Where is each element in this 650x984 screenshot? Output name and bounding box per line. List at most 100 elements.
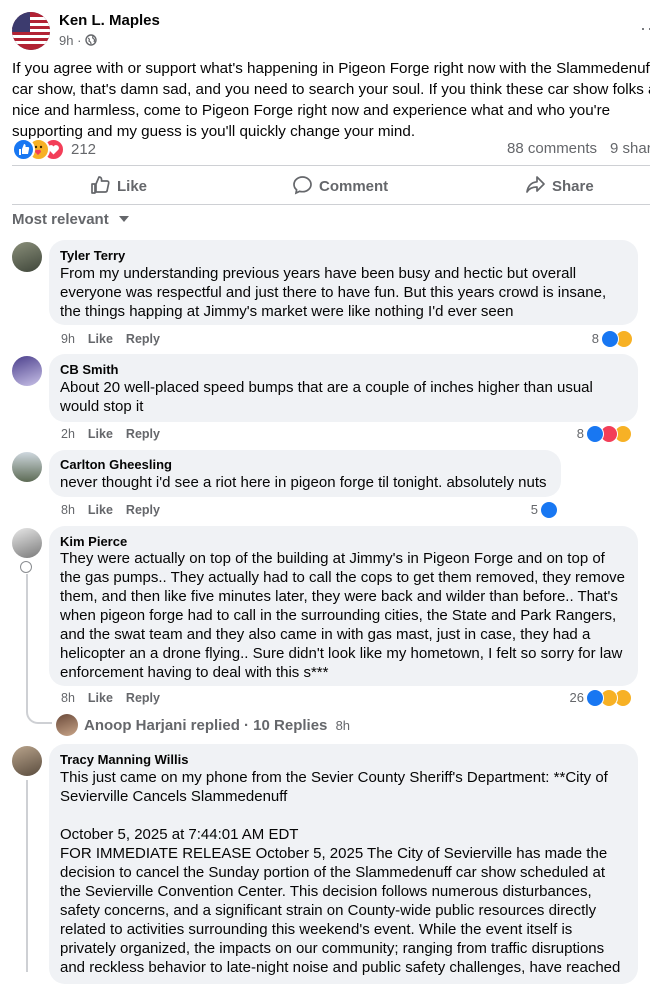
sort-label: Most relevant <box>12 211 109 228</box>
comment-like-link[interactable]: Like <box>88 332 113 346</box>
comment-line: About 20 well-placed speed bumps that ar… <box>60 379 593 396</box>
commenter-name[interactable]: Tyler Terry <box>60 248 125 263</box>
commenter-name[interactable]: Tracy Manning Willis <box>60 752 188 767</box>
commenter-avatar[interactable] <box>12 356 42 386</box>
comment-like-link[interactable]: Like <box>88 691 113 705</box>
comment-line: and the swat team and they also came in … <box>60 626 591 643</box>
comment-line: the Sevierville Convention Center. This … <box>60 883 592 900</box>
thread-line <box>26 574 28 712</box>
thumbs-up-icon <box>91 176 110 194</box>
comment-meta: 2h Like Reply <box>61 427 173 441</box>
comment-line: would stop it <box>60 398 144 415</box>
comment-reply-link[interactable]: Reply <box>126 427 160 441</box>
commenter-name[interactable]: Kim Pierce <box>60 534 127 549</box>
shares-count[interactable]: 9 shares <box>610 140 650 157</box>
comments-count[interactable]: 88 comments <box>507 140 597 157</box>
comment-line: From my understanding previous years hav… <box>60 265 577 282</box>
comment-line: safety concerns, and a significant strai… <box>60 902 597 919</box>
like-reaction-icon <box>540 501 558 519</box>
author-name[interactable]: Ken L. Maples <box>59 12 160 29</box>
post-meta: 9h · <box>59 33 97 48</box>
comment-text: About 20 well-placed speed bumps that ar… <box>60 378 593 416</box>
caret-down-icon <box>118 216 129 222</box>
commenter-avatar[interactable] <box>12 452 42 482</box>
comment-line: related to activities surrounding this w… <box>60 921 573 938</box>
comment-like-link[interactable]: Like <box>88 427 113 441</box>
comment-like-link[interactable]: Like <box>88 503 113 517</box>
comment-reply-link[interactable]: Reply <box>126 332 160 346</box>
like-reaction-icon <box>586 689 604 707</box>
comment-text: This just came on my phone from the Sevi… <box>60 768 620 977</box>
sort-dropdown[interactable]: Most relevant <box>12 211 129 228</box>
comment-reply-link[interactable]: Reply <box>126 503 160 517</box>
view-replies-link[interactable]: Anoop Harjani replied · 10 Replies 8h <box>84 717 350 734</box>
replies-summary: Anoop Harjani replied · 10 Replies <box>84 717 328 734</box>
commenter-avatar[interactable] <box>12 528 42 558</box>
share-icon <box>526 176 545 193</box>
comment-line: October 5, 2025 at 7:44:01 AM EDT <box>60 826 299 843</box>
post-text-line: car show, that's damn sad, and you need … <box>12 81 650 98</box>
comment-meta: 9h Like Reply <box>61 332 173 346</box>
comment-line: and reckless behavior to late-night nois… <box>60 959 621 976</box>
like-button[interactable]: Like <box>90 175 147 197</box>
comment-line: privately organized, the impacts on our … <box>60 940 605 957</box>
reactions-summary[interactable]: 212 <box>12 138 122 161</box>
commenter-avatar[interactable] <box>12 746 42 776</box>
comment-line: Sevierville Cancels Slammedenuff <box>60 788 288 805</box>
comment-line: when pigeon forge had to call in the sur… <box>60 607 617 624</box>
reactions-count: 212 <box>71 141 97 158</box>
comment-line: everyone was respectful and just there t… <box>60 284 607 301</box>
replier-avatar[interactable] <box>56 714 78 736</box>
post-text-line: If you agree with or support what's happ… <box>12 60 650 77</box>
divider <box>12 165 650 166</box>
comment-reply-link[interactable]: Reply <box>126 691 160 705</box>
comment-time[interactable]: 8h <box>61 691 75 705</box>
comment-line <box>60 806 620 825</box>
comment-button[interactable]: Comment <box>292 175 388 197</box>
author-avatar[interactable] <box>12 12 50 50</box>
post-text-line: nice and harmless, come to Pigeon Forge … <box>12 102 611 119</box>
like-reaction-icon <box>12 138 35 161</box>
comment-time[interactable]: 9h <box>61 332 75 346</box>
comment-text: They were actually on top of the buildin… <box>60 549 625 682</box>
comment-text: never thought i'd see a riot here in pig… <box>60 473 547 492</box>
comment-line: decision to cancel the Sunday portion of… <box>60 864 606 881</box>
comment-reaction-count: 26 <box>569 690 584 705</box>
comment-line: them, and then like five minutes later, … <box>60 588 618 605</box>
thread-line-curve <box>26 706 52 724</box>
post-time[interactable]: 9h <box>59 33 73 48</box>
share-button[interactable]: Share <box>525 175 594 197</box>
comment-time[interactable]: 8h <box>61 503 75 517</box>
collapse-thread-icon[interactable] <box>20 561 32 573</box>
commenter-name[interactable]: CB Smith <box>60 362 119 377</box>
comment-time[interactable]: 2h <box>61 427 75 441</box>
commenter-name[interactable]: Carlton Gheesling <box>60 457 172 472</box>
like-reaction-icon <box>586 425 604 443</box>
comment-text: From my understanding previous years hav… <box>60 264 606 321</box>
comment-button-label: Comment <box>319 178 389 195</box>
globe-icon <box>85 34 97 46</box>
comment-reaction-count: 8 <box>576 426 584 441</box>
flag-avatar-image <box>12 12 50 50</box>
replies-time: 8h <box>335 718 351 733</box>
share-button-label: Share <box>552 178 594 195</box>
comment-line: the things happing at Jimmy's market wer… <box>60 303 514 320</box>
comment-line: never thought i'd see a riot here in pig… <box>60 474 547 491</box>
divider <box>12 204 650 205</box>
comment-line: helicopter an a drone flying.. Sure didn… <box>60 645 623 662</box>
like-reaction-icon <box>601 330 619 348</box>
more-options-icon[interactable]: ··· <box>640 18 650 39</box>
comment-icon <box>293 176 312 195</box>
comment-reaction-count: 5 <box>530 502 538 517</box>
comment-line: the gas pumps.. They actually had to cal… <box>60 569 626 586</box>
comment-meta: 8h Like Reply <box>61 503 173 517</box>
comment-line: This just came on my phone from the Sevi… <box>60 769 608 786</box>
thread-line <box>26 780 28 972</box>
commenter-avatar[interactable] <box>12 242 42 272</box>
like-button-label: Like <box>117 178 148 195</box>
comment-meta: 8h Like Reply <box>61 691 173 705</box>
comment-line: enforcement having to deal with this s**… <box>60 664 329 681</box>
comment-reaction-count: 8 <box>591 331 599 346</box>
comment-line: FOR IMMEDIATE RELEASE October 5, 2025 Th… <box>60 845 608 862</box>
comment-line: They were actually on top of the buildin… <box>60 550 605 567</box>
